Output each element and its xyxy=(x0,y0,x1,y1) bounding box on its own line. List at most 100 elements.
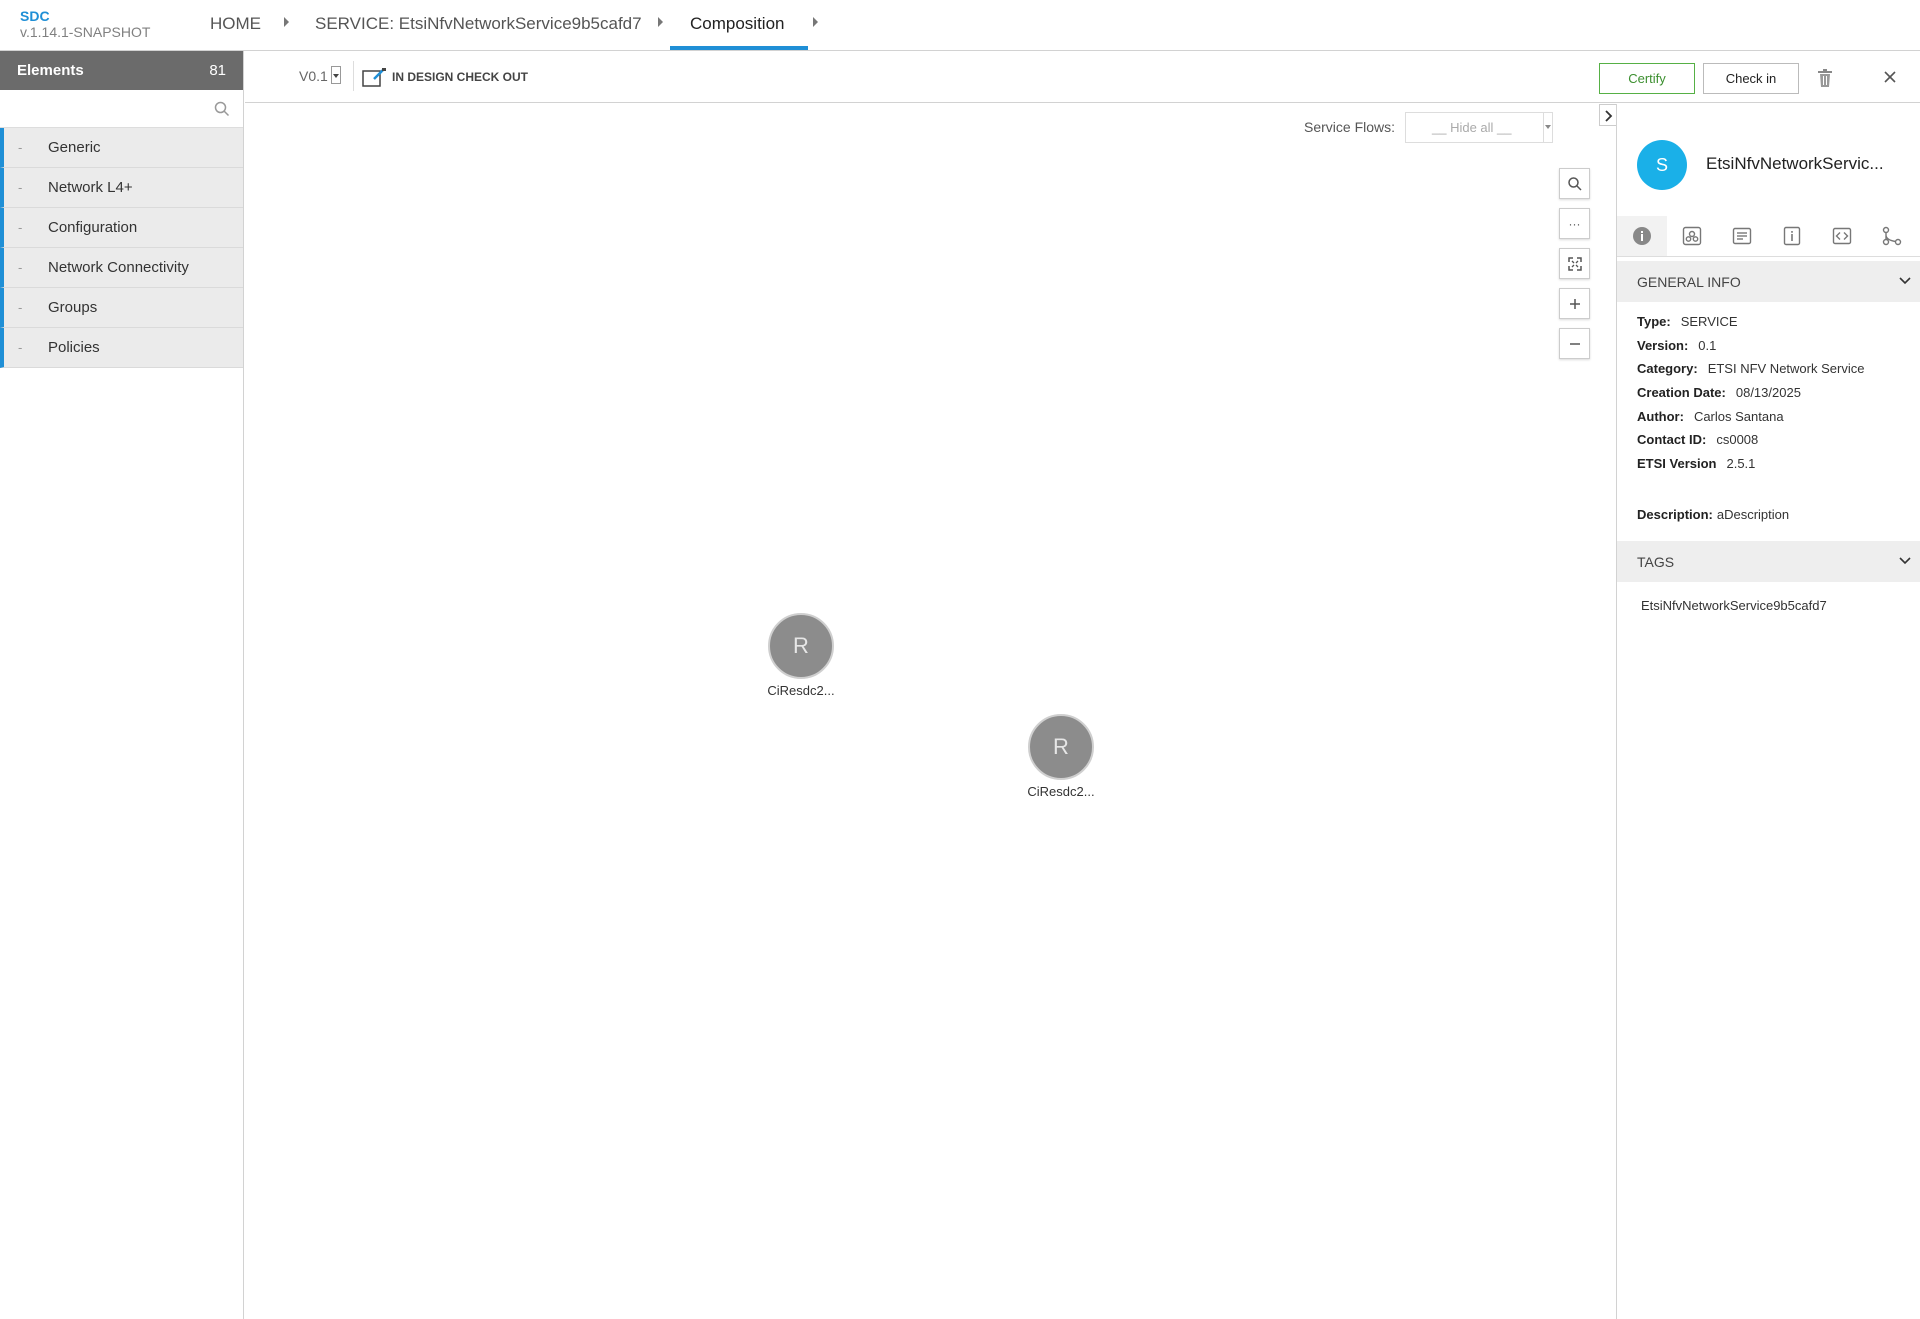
node-label: CiResdc2... xyxy=(767,683,835,698)
field-label: ETSI Version xyxy=(1637,456,1717,471)
tab-api[interactable] xyxy=(1817,216,1867,256)
tab-deployment-artifacts[interactable] xyxy=(1667,216,1717,256)
chevron-down-icon[interactable] xyxy=(1899,276,1911,286)
fit-to-screen-button[interactable] xyxy=(1559,248,1590,279)
collapse-dash-icon: - xyxy=(18,340,23,355)
canvas-node[interactable]: R CiResdc2... xyxy=(756,613,846,698)
field-label: Category: xyxy=(1637,361,1698,376)
tab-information-artifacts[interactable] xyxy=(1717,216,1767,256)
node-label: CiResdc2... xyxy=(1027,784,1095,799)
palette-group-generic[interactable]: - Generic xyxy=(0,128,243,168)
app-name: SDC xyxy=(20,8,50,24)
search-icon[interactable] xyxy=(213,100,231,118)
tab-properties[interactable] xyxy=(1767,216,1817,256)
breadcrumb-arrow-icon[interactable] xyxy=(284,17,289,27)
palette-group-label: Network L4+ xyxy=(48,179,133,196)
info-filled-icon xyxy=(1633,227,1651,245)
info-row-etsi-version: ETSI Version 2.5.1 xyxy=(1637,456,1755,471)
field-label: Contact ID: xyxy=(1637,432,1707,447)
field-value: SERVICE xyxy=(1680,314,1738,329)
field-label: Type: xyxy=(1637,314,1671,329)
palette-group-groups[interactable]: - Groups xyxy=(0,288,243,328)
field-label: Version: xyxy=(1637,338,1689,353)
breadcrumb-home[interactable]: HOME xyxy=(210,14,261,34)
zoom-in-button[interactable] xyxy=(1559,288,1590,319)
lifecycle-status: IN DESIGN CHECK OUT xyxy=(392,70,529,84)
service-title: EtsiNfvNetworkServic... xyxy=(1706,154,1884,173)
code-icon xyxy=(1832,227,1852,245)
tab-general-info[interactable] xyxy=(1617,216,1667,256)
service-flows-value: __ Hide all __ xyxy=(1432,120,1512,135)
version-label: V0.1 xyxy=(299,68,328,84)
info-row-creation-date: Creation Date: 08/13/2025 xyxy=(1637,385,1801,400)
info-row-category: Category: ETSI NFV Network Service xyxy=(1637,361,1864,376)
field-value: aDescription xyxy=(1716,507,1790,522)
expand-icon xyxy=(1567,256,1582,271)
composition-canvas[interactable]: Service Flows: __ Hide all __ ··· R CiRe… xyxy=(245,104,1616,1319)
node-icon: R xyxy=(1028,714,1094,780)
plus-icon xyxy=(1569,298,1580,309)
info-row-version: Version: 0.1 xyxy=(1637,338,1716,353)
palette-count: 81 xyxy=(209,62,226,79)
active-tab-indicator xyxy=(670,46,808,50)
version-dropdown[interactable] xyxy=(331,66,341,84)
search-icon xyxy=(1567,176,1582,191)
field-value: cs0008 xyxy=(1716,432,1759,447)
field-label: Author: xyxy=(1637,409,1684,424)
document-icon xyxy=(1732,227,1752,245)
breadcrumb-service[interactable]: SERVICE: EtsiNfvNetworkService9b5cafd7 xyxy=(315,14,642,34)
app-logo[interactable]: SDC v.1.14.1-SNAPSHOT xyxy=(20,8,150,40)
breadcrumb-arrow-icon[interactable] xyxy=(658,17,663,27)
tab-relations[interactable] xyxy=(1867,216,1917,256)
ellipsis-icon: ··· xyxy=(1568,216,1581,231)
field-label: Creation Date: xyxy=(1637,385,1726,400)
close-icon[interactable] xyxy=(1882,69,1898,85)
more-options-button[interactable]: ··· xyxy=(1559,208,1590,239)
artifacts-icon xyxy=(1682,226,1702,246)
general-info-title: GENERAL INFO xyxy=(1637,273,1741,290)
tags-section-header[interactable]: TAGS xyxy=(1617,541,1920,582)
top-navigation-bar: SDC v.1.14.1-SNAPSHOT HOME SERVICE: Etsi… xyxy=(0,0,1920,51)
zoom-search-button[interactable] xyxy=(1559,168,1590,199)
palette-group-label: Network Connectivity xyxy=(48,259,189,276)
info-row-author: Author: Carlos Santana xyxy=(1637,409,1784,424)
field-value: 08/13/2025 xyxy=(1735,385,1801,400)
trash-icon[interactable] xyxy=(1817,68,1833,88)
field-label: Description: xyxy=(1637,507,1713,522)
chevron-down-icon[interactable] xyxy=(1899,556,1911,566)
info-row-type: Type: SERVICE xyxy=(1637,314,1738,329)
tag-item: EtsiNfvNetworkService9b5cafd7 xyxy=(1641,598,1827,613)
check-in-button[interactable]: Check in xyxy=(1703,63,1799,94)
palette-search-input[interactable] xyxy=(2,92,212,124)
palette-group-network-connectivity[interactable]: - Network Connectivity xyxy=(0,248,243,288)
node-icon: R xyxy=(768,613,834,679)
service-flows-select[interactable]: __ Hide all __ xyxy=(1405,112,1553,143)
breadcrumb-arrow-icon[interactable] xyxy=(813,17,818,27)
palette-title: Elements xyxy=(17,62,84,79)
collapse-dash-icon: - xyxy=(18,180,23,195)
collapse-dash-icon: - xyxy=(18,300,23,315)
canvas-node[interactable]: R CiResdc2... xyxy=(1016,714,1106,799)
details-tabs xyxy=(1617,216,1920,257)
palette-group-policies[interactable]: - Policies xyxy=(0,328,243,368)
certify-button[interactable]: Certify xyxy=(1599,63,1695,94)
field-value: Carlos Santana xyxy=(1693,409,1784,424)
breadcrumb-composition[interactable]: Composition xyxy=(690,14,785,34)
palette-group-label: Generic xyxy=(48,139,101,156)
toolbar-divider xyxy=(353,61,354,91)
service-avatar: S xyxy=(1637,140,1687,190)
info-row-description: Description: aDescription xyxy=(1637,507,1789,522)
checkout-edit-icon xyxy=(362,68,386,87)
general-info-section-header[interactable]: GENERAL INFO xyxy=(1617,261,1920,302)
zoom-out-button[interactable] xyxy=(1559,328,1590,359)
tags-title: TAGS xyxy=(1637,553,1675,570)
collapse-dash-icon: - xyxy=(18,220,23,235)
info-row-contact-id: Contact ID: cs0008 xyxy=(1637,432,1758,447)
chevron-down-icon[interactable] xyxy=(1543,113,1552,142)
palette-group-label: Groups xyxy=(48,299,98,316)
palette-group-network-l4[interactable]: - Network L4+ xyxy=(0,168,243,208)
palette-group-configuration[interactable]: - Configuration xyxy=(0,208,243,248)
chevron-right-icon xyxy=(1605,110,1613,122)
collapse-dash-icon: - xyxy=(18,140,23,155)
palette-header: Elements 81 xyxy=(0,51,243,90)
